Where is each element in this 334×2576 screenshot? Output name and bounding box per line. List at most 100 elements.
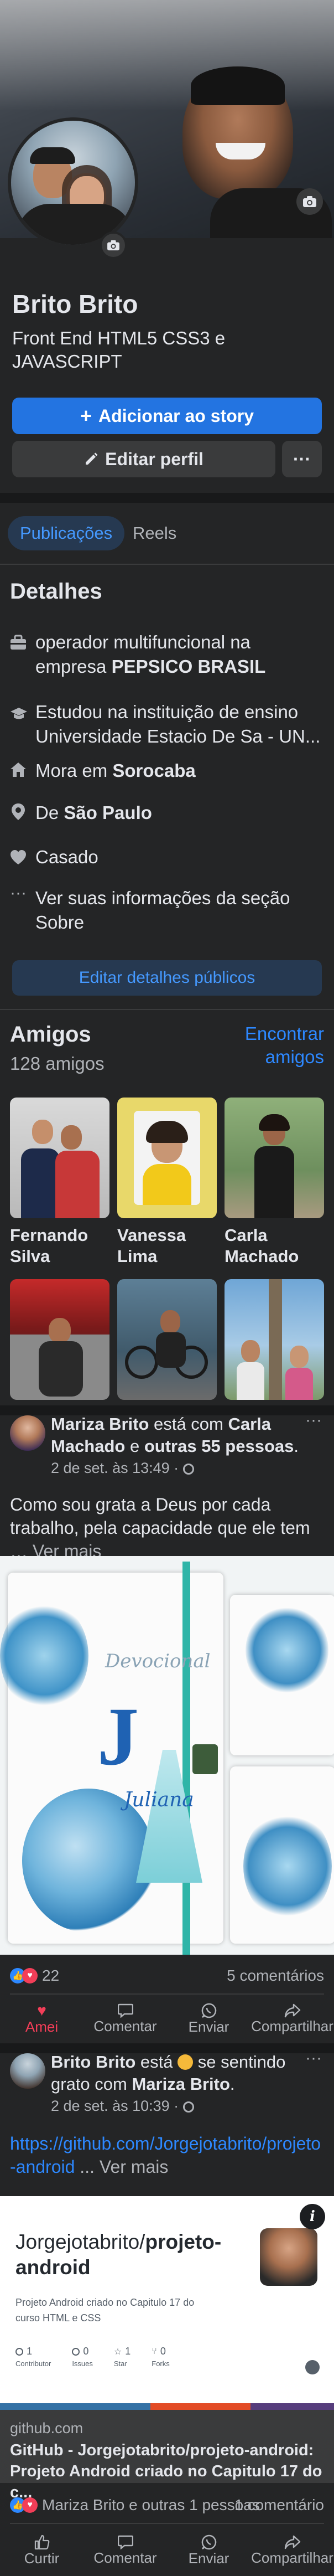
- post-others-link[interactable]: outras 55 pessoas: [144, 1436, 294, 1456]
- edit-profile-button[interactable]: Editar perfil: [12, 441, 275, 477]
- share-button[interactable]: Compartilhar: [251, 1998, 334, 2040]
- repo-owner: Jorgejotabrito/: [15, 2230, 145, 2253]
- share-button-label: Compartilhar: [251, 2549, 333, 2566]
- find-friends-link[interactable]: Encontrar amigos: [238, 1022, 324, 1069]
- friend-card[interactable]: [117, 1279, 217, 1407]
- details-lives-row: Mora em Sorocaba: [10, 759, 323, 783]
- repo-stat-label: Contributor: [15, 2359, 51, 2368]
- profile-picture[interactable]: [8, 117, 138, 248]
- post-time-text: 2 de set. às 10:39 ·: [51, 2098, 179, 2114]
- post-image-text-1: Devocional: [105, 1650, 211, 1672]
- grateful-emoji-icon: [178, 2054, 194, 2070]
- like-button-label: Curtir: [24, 2549, 60, 2567]
- send-button-label: Enviar: [188, 2549, 229, 2567]
- comment-button[interactable]: Comentar: [84, 2528, 167, 2573]
- post-time-text: 2 de set. às 13:49 ·: [51, 1460, 179, 1476]
- post-comments-count[interactable]: 1 comentário: [221, 2496, 324, 2514]
- friend-photo: [117, 1098, 217, 1218]
- send-button[interactable]: Enviar: [167, 2528, 251, 2573]
- edit-public-details-label: Editar detalhes públicos: [79, 968, 255, 987]
- info-button[interactable]: i: [300, 2204, 325, 2229]
- friend-photo: [10, 1098, 109, 1218]
- like-button[interactable]: Curtir: [0, 2528, 84, 2573]
- graduation-cap-icon: [11, 708, 27, 719]
- comment-button[interactable]: Comentar: [84, 1998, 167, 2040]
- post-time: 2 de set. às 10:39 ·: [51, 2098, 194, 2115]
- post-with-text: está com: [154, 1414, 223, 1434]
- post-image-text-2: Juliana: [124, 1789, 194, 1811]
- details-lives-city[interactable]: Sorocaba: [112, 760, 195, 781]
- link-preview-card[interactable]: Jorgejotabrito/projeto-android Projeto A…: [0, 2196, 334, 2410]
- post-author-name[interactable]: Mariza Brito: [51, 1414, 149, 1434]
- friend-photo: [225, 1098, 324, 1218]
- post-more-button[interactable]: ···: [305, 1411, 322, 1430]
- send-button-label: Enviar: [188, 2018, 229, 2035]
- post-actions: ♥ Amei Comentar Enviar Compartilhar: [0, 1998, 334, 2040]
- post-status-text: está: [140, 2052, 173, 2072]
- edit-profile-label: Editar perfil: [105, 449, 203, 469]
- friend-card[interactable]: [10, 1279, 109, 1407]
- cover-camera-button[interactable]: [296, 188, 323, 215]
- post-image-letter: J: [97, 1691, 139, 1782]
- post-author-name[interactable]: Brito Brito: [51, 2052, 135, 2072]
- details-relationship-row: Casado: [10, 845, 323, 869]
- repo-stat-label: Star: [113, 2359, 127, 2368]
- repo-stat-label: Issues: [72, 2359, 93, 2368]
- post-image[interactable]: Devocional J Juliana: [0, 1556, 334, 1955]
- link-preview-footer[interactable]: github.com GitHub - Jorgejotabrito/proje…: [0, 2410, 334, 2501]
- repo-title: Jorgejotabrito/projeto-android: [15, 2229, 237, 2280]
- love-button[interactable]: ♥ Amei: [0, 1998, 84, 2040]
- post-with-name[interactable]: Mariza Brito: [132, 2074, 229, 2094]
- star-icon: ☆: [113, 2347, 122, 2357]
- share-button[interactable]: Compartilhar: [251, 2528, 334, 2573]
- globe-icon: [182, 1464, 194, 1475]
- post-time: 2 de set. às 13:49 ·: [51, 1460, 194, 1477]
- edit-public-details-button[interactable]: Editar detalhes públicos: [12, 960, 322, 996]
- post-reactions[interactable]: 👍 ♥ 22: [10, 1967, 59, 1985]
- details-from-row: De São Paulo: [10, 801, 323, 825]
- ellipsis-icon: ···: [10, 884, 27, 902]
- share-button-label: Compartilhar: [251, 2017, 333, 2034]
- post-see-more[interactable]: ... Ver mais: [80, 2157, 168, 2177]
- location-pin-icon: [12, 803, 25, 820]
- profile-name: Brito Brito: [12, 290, 138, 318]
- post-author-avatar[interactable]: [10, 1415, 45, 1451]
- repo-stat-label: Forks: [152, 2359, 170, 2368]
- post-author-avatar[interactable]: [10, 2053, 45, 2089]
- link-domain: github.com: [10, 2420, 84, 2436]
- repo-stat: 1 Contributor: [15, 2346, 51, 2368]
- details-about: Ver suas informações da seção Sobre: [35, 888, 290, 932]
- post-more-button[interactable]: ···: [305, 2049, 322, 2068]
- friend-card[interactable]: Vanessa Lima: [117, 1098, 217, 1267]
- post-header-text: Mariza Brito está com Carla Machado e ou…: [51, 1414, 299, 1456]
- details-lives-prefix: Mora em: [35, 760, 108, 781]
- tab-reels[interactable]: Reels: [123, 516, 186, 550]
- fork-icon: ⑂: [152, 2346, 157, 2356]
- details-about-row[interactable]: ··· Ver suas informações da seção Sobre: [10, 884, 323, 935]
- home-icon: [11, 763, 26, 777]
- details-education: Estudou na instituição de ensino Univers…: [35, 702, 321, 746]
- tab-publicacoes-label: Publicações: [20, 523, 113, 543]
- friend-name: Vanessa Lima: [117, 1225, 186, 1266]
- profile-more-button[interactable]: ···: [282, 441, 322, 477]
- love-reaction-icon: ♥: [22, 1968, 38, 1983]
- post-header-text: Brito Brito está se sentindo grato com M…: [51, 2052, 286, 2094]
- details-work-company[interactable]: PEPSICO BRASIL: [112, 656, 266, 677]
- friend-card[interactable]: [225, 1279, 324, 1407]
- repo-stats: 1 Contributor 0 Issues ☆ 1 Star ⑂ 0 Fork…: [15, 2346, 170, 2368]
- tab-publicacoes[interactable]: Publicações: [8, 516, 125, 550]
- send-button[interactable]: Enviar: [167, 1998, 251, 2040]
- comment-icon: [117, 2535, 133, 2549]
- friend-card[interactable]: Fernando Silva: [10, 1098, 109, 1267]
- more-icon: ···: [293, 449, 311, 469]
- friend-card[interactable]: Carla Machado: [225, 1098, 324, 1267]
- post-comments-count[interactable]: 5 comentários: [210, 1967, 324, 1985]
- details-from-city[interactable]: São Paulo: [64, 802, 152, 823]
- profile-camera-button[interactable]: [100, 231, 127, 259]
- share-icon: [284, 2003, 300, 2017]
- repo-stat-value: 0: [160, 2346, 166, 2357]
- add-story-button[interactable]: + Adicionar ao story: [12, 398, 322, 434]
- heart-outline-icon: [11, 850, 26, 864]
- post-text: Como sou grata a Deus por cada trabalho,…: [10, 1493, 323, 1563]
- comment-button-label: Comentar: [93, 2017, 157, 2034]
